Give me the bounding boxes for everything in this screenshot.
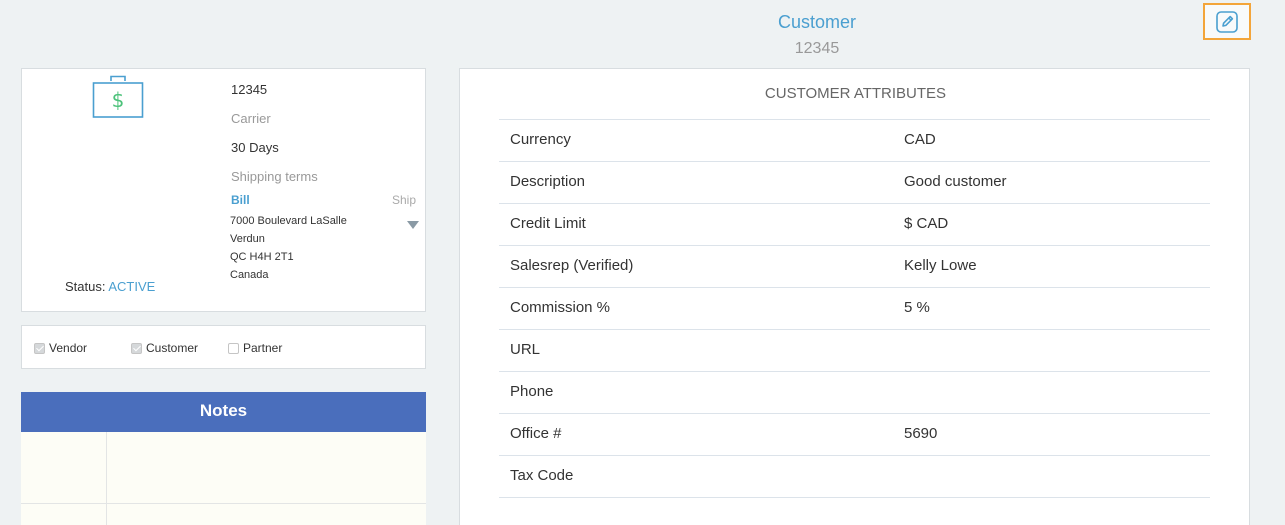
attr-key: Tax Code [510, 467, 574, 484]
notes-divider [21, 503, 426, 504]
shipping-terms-field[interactable]: Shipping terms [229, 164, 397, 189]
caret-down-icon[interactable] [407, 221, 419, 229]
partner-label: Partner [243, 341, 283, 355]
table-row: Tax Code [499, 456, 1210, 498]
vendor-checkbox[interactable]: Vendor [34, 341, 87, 355]
customer-number-value: 12345 [231, 82, 268, 97]
address-block: 7000 Boulevard LaSalle Verdun QC H4H 2T1… [230, 212, 347, 284]
edit-pencil-icon [1216, 10, 1238, 33]
notes-area[interactable] [21, 432, 426, 525]
attr-key: Commission % [510, 299, 611, 316]
svg-text:$: $ [112, 88, 125, 112]
attr-key: Salesrep (Verified) [510, 257, 634, 274]
table-row: Currency CAD [499, 120, 1210, 162]
attr-key: Credit Limit [510, 215, 586, 232]
attr-key: Description [510, 173, 586, 190]
address-tab-bill[interactable]: Bill [231, 193, 250, 207]
vendor-label: Vendor [49, 341, 88, 355]
payment-terms-field[interactable]: 30 Days [229, 135, 397, 160]
attr-value: Kelly Lowe [904, 257, 977, 274]
table-row: Credit Limit $ CAD [499, 204, 1210, 246]
address-tab-ship[interactable]: Ship [392, 193, 416, 207]
table-row: Description Good customer [499, 162, 1210, 204]
attr-value: $ CAD [904, 215, 949, 232]
attr-value: 5 % [904, 299, 930, 316]
customer-id: 12345 [794, 40, 840, 57]
shipping-terms-placeholder: Shipping terms [231, 169, 318, 184]
carrier-placeholder: Carrier [231, 111, 271, 126]
attributes-table: Currency CAD Description Good customer Cre… [499, 119, 1210, 498]
carrier-field[interactable]: Carrier [229, 106, 397, 131]
status-badge: ACTIVE [108, 279, 156, 294]
attr-value: 5690 [904, 425, 938, 442]
status-label: Status: [65, 279, 106, 294]
customer-checkbox[interactable]: Customer [131, 341, 198, 355]
table-row: URL [499, 330, 1210, 372]
attr-key: Currency [510, 131, 571, 148]
attr-key: URL [510, 341, 541, 358]
attr-value: CAD [904, 131, 936, 148]
table-row: Phone [499, 372, 1210, 414]
partner-checkbox[interactable]: Partner [228, 341, 282, 355]
attr-key: Office # [510, 425, 562, 442]
customer-attributes-card: CUSTOMER ATTRIBUTES Currency CAD Descript… [459, 68, 1250, 525]
address-line: Canada [230, 269, 269, 281]
checkbox-checked-icon [34, 342, 45, 354]
page-title: Customer [777, 12, 857, 32]
payment-terms-value: 30 Days [231, 140, 279, 155]
money-briefcase-icon: $ [92, 75, 144, 118]
address-line: 7000 Boulevard LaSalle [230, 215, 347, 227]
status-row: Status: ACTIVE [65, 279, 155, 294]
table-row: Office # 5690 [499, 414, 1210, 456]
customer-number-field[interactable]: 12345 [229, 77, 397, 102]
checkbox-checked-icon [131, 342, 142, 354]
attributes-title: CUSTOMER ATTRIBUTES [764, 85, 947, 102]
edit-button[interactable] [1203, 3, 1251, 40]
address-line: Verdun [230, 233, 265, 245]
attr-key: Phone [510, 383, 554, 400]
table-row: Commission % 5 % [499, 288, 1210, 330]
checkbox-unchecked-icon [228, 342, 239, 354]
table-row: Salesrep (Verified) Kelly Lowe [499, 246, 1210, 288]
address-line: QC H4H 2T1 [230, 251, 294, 263]
customer-profile-card: $ 12345 Carrier 30 Days Shipping terms B… [21, 68, 426, 312]
customer-label: Customer [146, 341, 199, 355]
notes-header: Notes [21, 392, 426, 432]
notes-divider [106, 432, 107, 525]
attr-value: Good customer [904, 173, 1007, 190]
relationship-flags: Vendor Customer Partner [21, 325, 426, 369]
